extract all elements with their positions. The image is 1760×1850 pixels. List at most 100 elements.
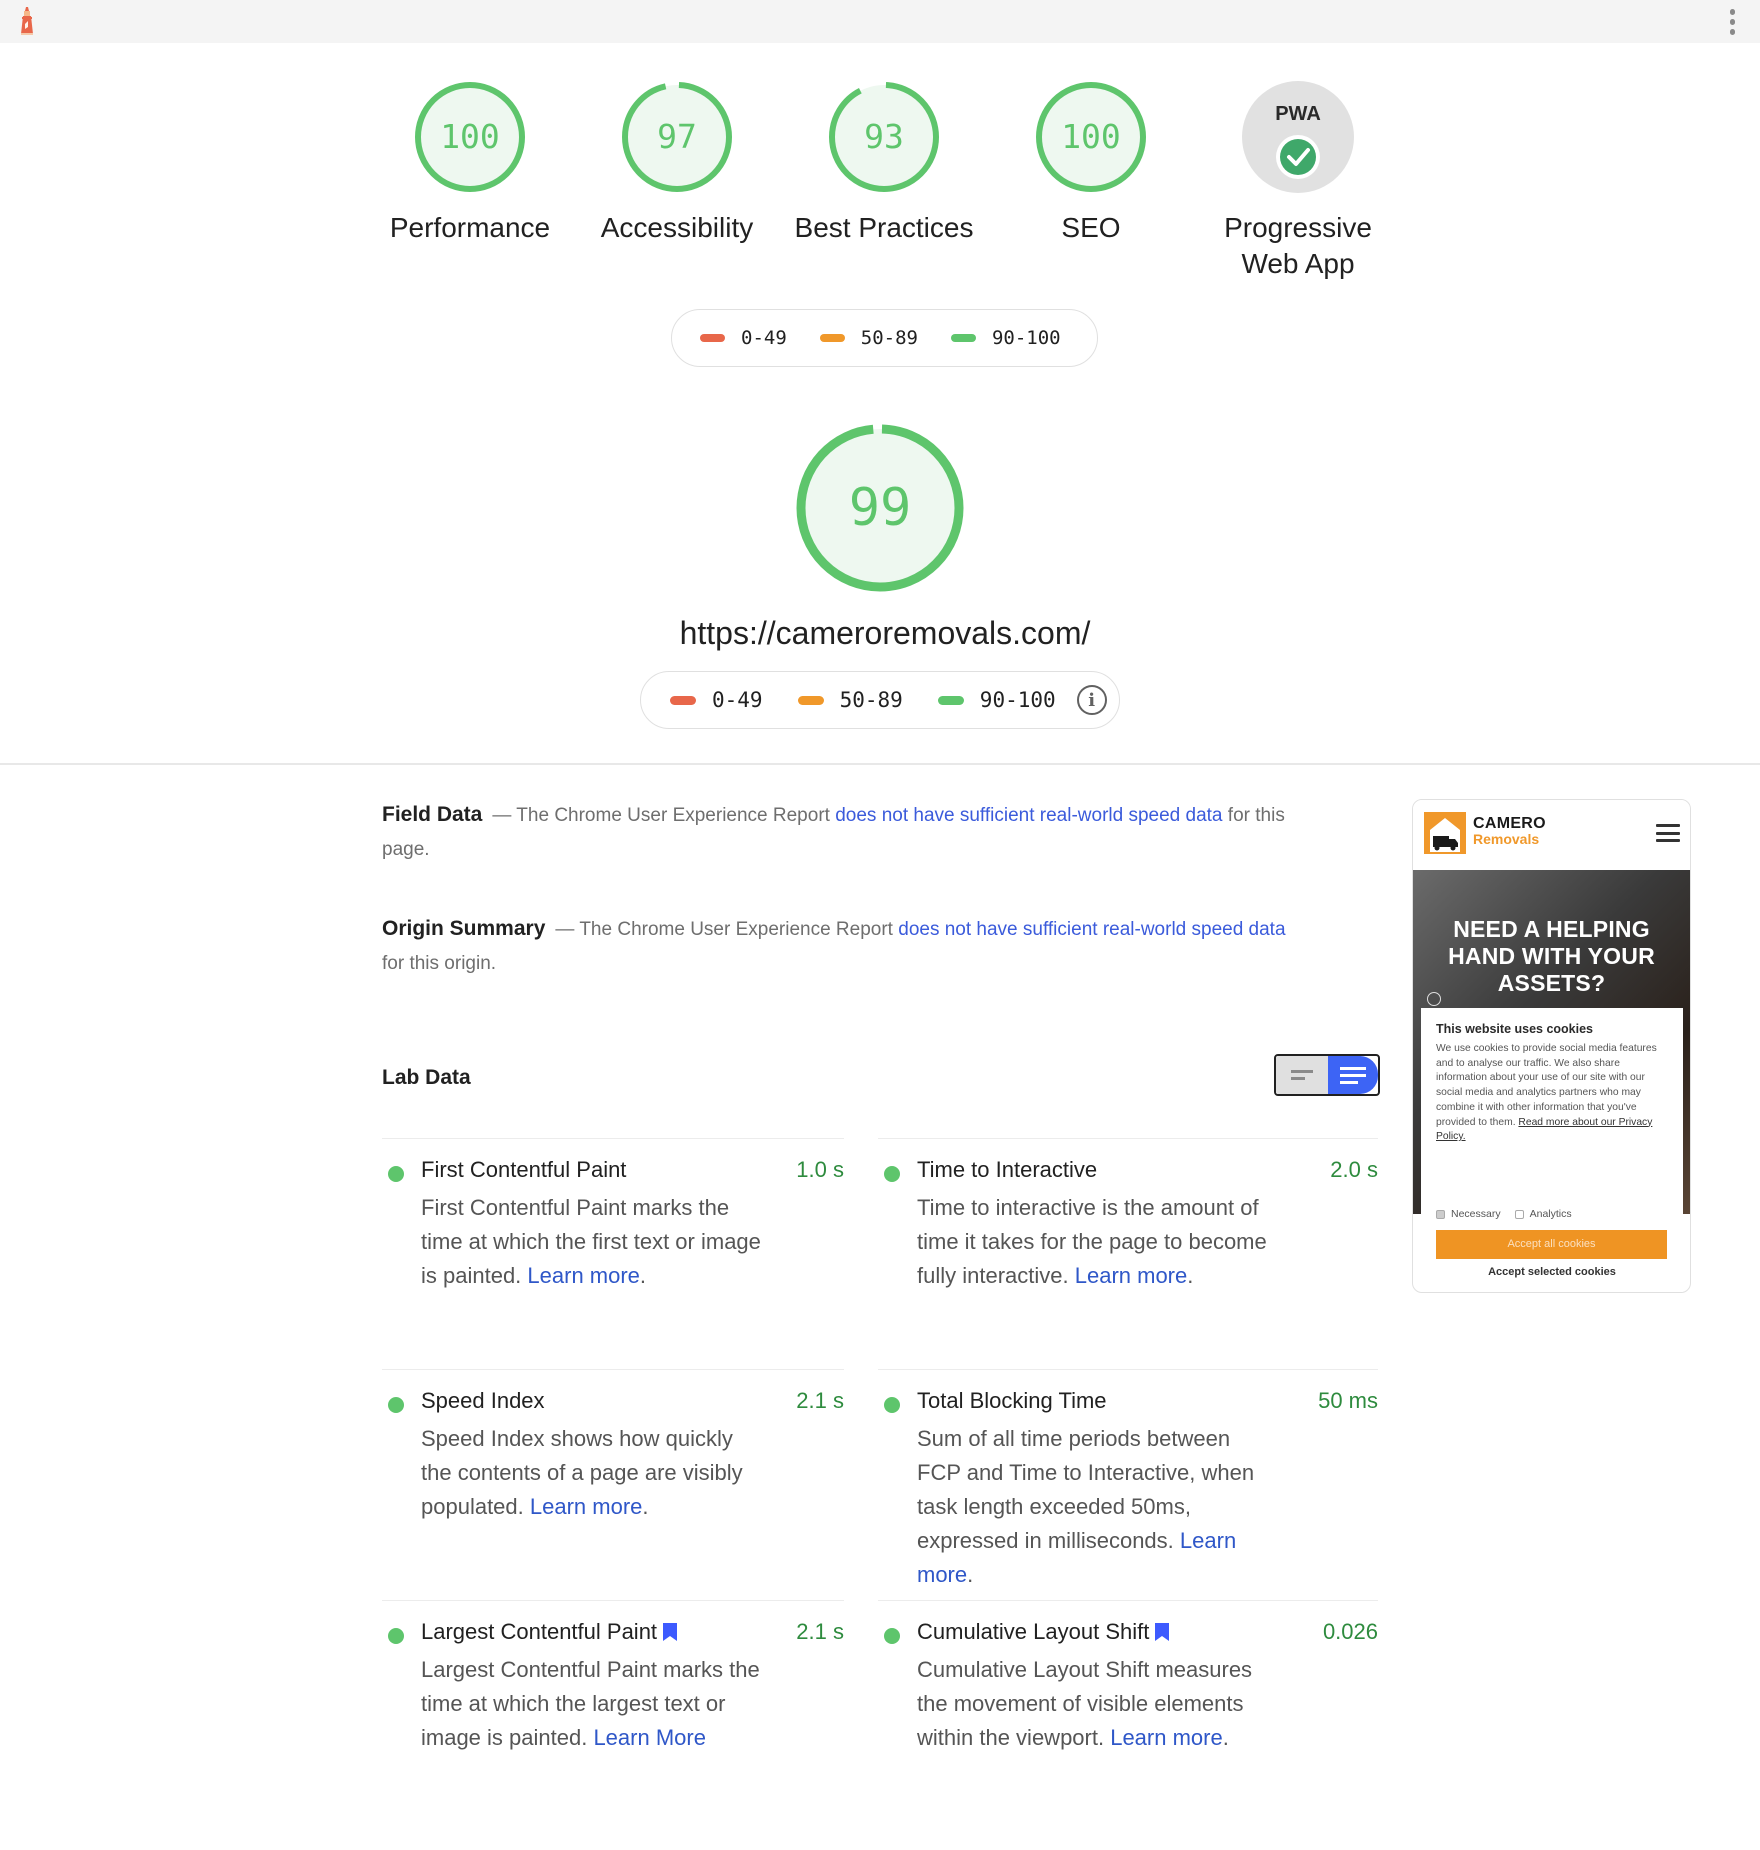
metric-name: Time to Interactive xyxy=(917,1157,1098,1182)
hero-line: ASSETS? xyxy=(1497,970,1606,996)
score-ring: 97 xyxy=(622,82,732,192)
expanded-view-button[interactable] xyxy=(1328,1056,1378,1094)
cookie-options: Necessary Analytics xyxy=(1436,1208,1572,1220)
hamburger-menu-icon xyxy=(1656,824,1680,842)
learn-more-link[interactable]: Learn more xyxy=(1110,1725,1223,1750)
checkbox-analytics xyxy=(1514,1209,1524,1219)
performance-summary-gauge: 99 xyxy=(795,423,965,593)
gauge-label: SEO xyxy=(1061,212,1121,243)
field-data-section: Field Data — The Chrome User Experience R… xyxy=(382,798,1302,867)
bookmark-icon xyxy=(1155,1623,1170,1641)
punct: . xyxy=(967,1562,974,1587)
metric-value: 2.0 s xyxy=(1330,1157,1378,1182)
legend-label: 90-100 xyxy=(979,688,1056,712)
pass-indicator xyxy=(388,1628,404,1644)
legend-pass: 90-100 xyxy=(950,327,1061,349)
metric-value: 2.1 s xyxy=(796,1619,844,1644)
fail-swatch xyxy=(700,334,725,342)
line xyxy=(1291,1070,1313,1073)
origin-summary-suffix: for this origin. xyxy=(382,953,497,974)
gauge-accessibility[interactable]: 97 Accessibility xyxy=(577,80,777,246)
metric-name-text: Cumulative Layout Shift xyxy=(917,1619,1150,1644)
origin-summary-title: Origin Summary xyxy=(382,917,546,940)
metric-largest-contentful-paint: Largest Contentful Paint 2.1 s Largest C… xyxy=(382,1600,844,1800)
line xyxy=(1340,1080,1358,1084)
pwa-badge: PWA xyxy=(1242,81,1354,193)
legend-label: 50-89 xyxy=(839,688,903,712)
learn-more-link[interactable]: Learn More xyxy=(593,1725,706,1750)
legend-label: 50-89 xyxy=(860,327,918,349)
score-value: 93 xyxy=(864,117,904,156)
pass-indicator xyxy=(388,1166,404,1182)
legend-fail: 0-49 xyxy=(670,688,763,712)
checkbox-necessary xyxy=(1436,1209,1445,1219)
line xyxy=(1340,1073,1366,1077)
origin-summary-link[interactable]: does not have sufficient real-world spee… xyxy=(898,919,1285,940)
metric-description: Speed Index shows how quickly the conten… xyxy=(421,1422,761,1524)
pwa-text: PWA xyxy=(1275,103,1321,125)
learn-more-link[interactable]: Learn more xyxy=(1075,1263,1188,1288)
cookie-title: This website uses cookies xyxy=(1436,1022,1594,1036)
gauge-performance[interactable]: 100 Performance xyxy=(370,80,570,246)
tested-url: https://cameroremovals.com/ xyxy=(679,615,1091,651)
accept-selected-button: Accept selected cookies xyxy=(1488,1266,1616,1278)
metric-name: Speed Index xyxy=(421,1388,545,1413)
more-menu-button[interactable] xyxy=(1728,9,1736,35)
score-ring: 99 xyxy=(796,424,964,592)
hero-line: NEED A HELPING xyxy=(1453,916,1650,942)
metric-time-to-interactive: Time to Interactive 2.0 s Time to intera… xyxy=(878,1138,1378,1368)
pass-swatch xyxy=(937,695,964,705)
gauge-label: Performance xyxy=(389,212,551,243)
gauge-label: Progressive Web App xyxy=(1198,210,1398,282)
field-data-link[interactable]: does not have sufficient real-world spee… xyxy=(835,805,1222,826)
metric-value: 0.026 xyxy=(1322,1619,1378,1644)
score-value: 97 xyxy=(657,117,697,156)
metric-cumulative-layout-shift: Cumulative Layout Shift 0.026 Cumulative… xyxy=(878,1600,1378,1800)
metric-description: Cumulative Layout Shift measures the mov… xyxy=(917,1653,1277,1755)
option-label: Analytics xyxy=(1529,1208,1572,1220)
punct: . xyxy=(642,1494,649,1519)
score-ring: 100 xyxy=(415,82,525,192)
metric-desc-text: Largest Contentful Paint marks the time … xyxy=(421,1657,760,1750)
gauge-pwa[interactable]: PWA Progressive Web App xyxy=(1198,80,1398,282)
cookie-text: We use cookies to provide social media f… xyxy=(1436,1043,1657,1128)
score-legend: 0-49 50-89 90-100 xyxy=(671,309,1098,367)
info-icon[interactable]: i xyxy=(1076,685,1107,715)
metric-first-contentful-paint: First Contentful Paint 1.0 s First Conte… xyxy=(382,1138,844,1368)
pass-indicator xyxy=(388,1397,404,1413)
fail-swatch xyxy=(670,695,696,705)
average-swatch xyxy=(797,695,824,705)
lab-data-title: Lab Data xyxy=(382,1066,471,1089)
score-value: 100 xyxy=(440,117,500,156)
view-toggle[interactable] xyxy=(1274,1054,1380,1096)
gauge-seo[interactable]: 100 SEO xyxy=(991,80,1191,246)
score-ring: 100 xyxy=(1036,82,1146,192)
metric-name: Cumulative Layout Shift xyxy=(917,1619,1170,1645)
bookmark-icon xyxy=(663,1623,678,1641)
page-screenshot[interactable]: CAMERO Removals NEED A HELPING HAND WITH… xyxy=(1412,799,1691,1293)
pass-indicator xyxy=(884,1397,900,1413)
top-bar xyxy=(0,0,1760,43)
site-logo xyxy=(1424,812,1466,854)
legend-label: 90-100 xyxy=(991,327,1061,349)
gauge-label-line2: Web App xyxy=(1241,248,1355,279)
field-data-title: Field Data xyxy=(382,803,483,826)
line xyxy=(1291,1077,1305,1080)
dot xyxy=(1729,9,1735,15)
gauge-label: Accessibility xyxy=(600,212,754,243)
metric-name: First Contentful Paint xyxy=(421,1157,627,1182)
learn-more-link[interactable]: Learn more xyxy=(530,1494,643,1519)
compact-view-button[interactable] xyxy=(1276,1056,1328,1094)
pass-swatch xyxy=(950,334,976,342)
metric-description: Time to interactive is the amount of tim… xyxy=(917,1191,1277,1293)
dot xyxy=(1729,19,1735,25)
learn-more-link[interactable]: Learn more xyxy=(527,1263,640,1288)
hero-line: HAND WITH YOUR xyxy=(1448,943,1655,969)
legend-average: 50-89 xyxy=(797,688,903,712)
metric-name: Largest Contentful Paint xyxy=(421,1619,678,1645)
hero-headline: NEED A HELPING HAND WITH YOUR ASSETS? xyxy=(1413,916,1690,997)
punct: . xyxy=(1187,1263,1194,1288)
pass-indicator xyxy=(884,1166,900,1182)
metric-value: 50 ms xyxy=(1318,1388,1378,1413)
gauge-best-practices[interactable]: 93 Best Practices xyxy=(784,80,984,246)
